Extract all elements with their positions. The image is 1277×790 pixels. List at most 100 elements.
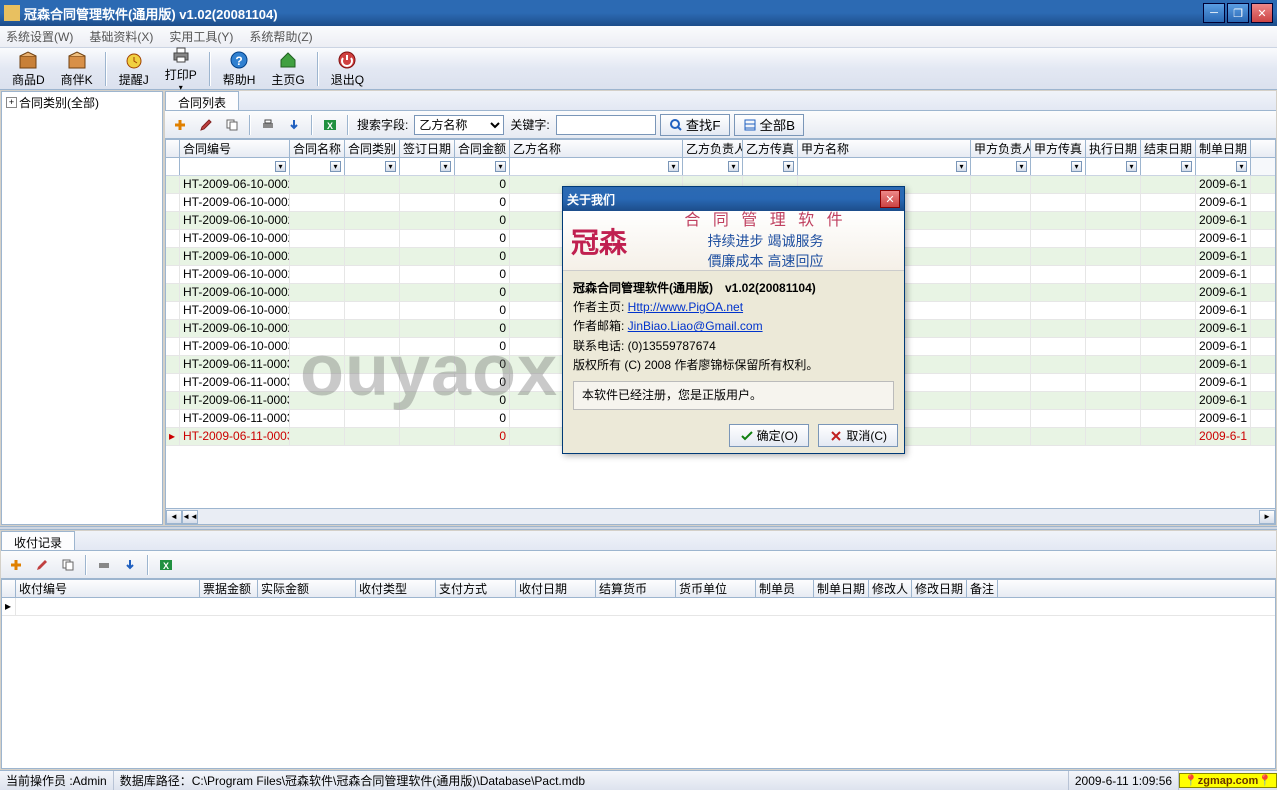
scroll-right[interactable]: ► [1259, 510, 1275, 524]
chevron-down-icon[interactable]: ▾ [783, 161, 794, 172]
chevron-down-icon[interactable]: ▾ [956, 161, 967, 172]
col-header[interactable]: 收付类型 [356, 580, 436, 597]
d-down-button[interactable] [119, 554, 141, 576]
col-filter[interactable]: ▾ [180, 158, 290, 175]
col-header[interactable]: 乙方负责人 [683, 140, 743, 157]
chevron-down-icon[interactable]: ▾ [1181, 161, 1192, 172]
tb-home[interactable]: 主页G [263, 48, 312, 90]
window-close-button[interactable]: ✕ [1251, 3, 1273, 23]
col-header[interactable]: 修改日期 [912, 580, 967, 597]
chevron-down-icon[interactable]: ▾ [385, 161, 396, 172]
col-filter[interactable] [166, 158, 180, 175]
tree-root[interactable]: +合同类别(全部) [2, 92, 162, 113]
col-filter[interactable]: ▾ [290, 158, 345, 175]
minimize-button[interactable]: ─ [1203, 3, 1225, 23]
col-header[interactable]: 甲方传真 [1031, 140, 1086, 157]
homepage-link[interactable]: Http://www.PigOA.net [628, 300, 743, 314]
detail-grid[interactable]: 收付编号票据金额实际金额收付类型支付方式收付日期结算货币货币单位制单员制单日期修… [1, 579, 1276, 769]
menu-system[interactable]: 系统设置(W) [6, 28, 73, 45]
cancel-button[interactable]: 取消(C) [818, 424, 898, 447]
col-header[interactable]: 合同编号 [180, 140, 290, 157]
tb-remind[interactable]: 提醒J [111, 48, 157, 90]
chevron-down-icon[interactable]: ▾ [440, 161, 451, 172]
col-header[interactable]: 票据金额 [200, 580, 258, 597]
search-field-combo[interactable]: 乙方名称 [414, 115, 504, 135]
col-header[interactable]: 乙方传真 [743, 140, 798, 157]
col-header[interactable]: 收付编号 [16, 580, 200, 597]
chevron-down-icon[interactable]: ▾ [728, 161, 739, 172]
col-header[interactable]: 乙方名称 [510, 140, 683, 157]
col-header[interactable]: 货币单位 [676, 580, 756, 597]
col-header[interactable]: 结束日期 [1141, 140, 1196, 157]
col-filter[interactable]: ▾ [971, 158, 1031, 175]
find-button[interactable]: 查找F [660, 114, 730, 136]
col-header[interactable] [2, 580, 16, 597]
col-header[interactable]: 签订日期 [400, 140, 455, 157]
add-button[interactable] [169, 114, 191, 136]
splitter[interactable] [0, 526, 1277, 530]
d-add-button[interactable] [5, 554, 27, 576]
d-edit-button[interactable] [31, 554, 53, 576]
col-filter[interactable]: ▾ [1086, 158, 1141, 175]
col-filter[interactable]: ▾ [683, 158, 743, 175]
category-tree[interactable]: +合同类别(全部) [1, 91, 163, 525]
h-scrollbar[interactable]: ◄ ◄◄ ► [166, 508, 1275, 524]
print-button[interactable] [257, 114, 279, 136]
search-key-input[interactable] [556, 115, 656, 135]
col-filter[interactable]: ▾ [1141, 158, 1196, 175]
col-filter[interactable]: ▾ [345, 158, 400, 175]
col-filter[interactable]: ▾ [400, 158, 455, 175]
tab-contract-list[interactable]: 合同列表 [165, 91, 239, 110]
col-header[interactable]: 制单日期 [1196, 140, 1251, 157]
maximize-button[interactable]: ❐ [1227, 3, 1249, 23]
col-header[interactable]: 甲方负责人 [971, 140, 1031, 157]
chevron-down-icon[interactable]: ▾ [1236, 161, 1247, 172]
col-header[interactable] [166, 140, 180, 157]
scroll-left2[interactable]: ◄◄ [182, 510, 198, 524]
col-filter[interactable]: ▾ [743, 158, 798, 175]
edit-button[interactable] [195, 114, 217, 136]
tb-exit[interactable]: 退出Q [323, 48, 372, 90]
col-header[interactable]: 甲方名称 [798, 140, 971, 157]
tb-help[interactable]: ?帮助H [215, 48, 264, 90]
tb-partner[interactable]: 商伴K [53, 48, 101, 90]
chevron-down-icon[interactable]: ▾ [330, 161, 341, 172]
dialog-titlebar[interactable]: 关于我们 ✕ [563, 187, 904, 211]
col-header[interactable]: 收付日期 [516, 580, 596, 597]
col-header[interactable]: 执行日期 [1086, 140, 1141, 157]
copy-button[interactable] [221, 114, 243, 136]
col-filter[interactable]: ▾ [1196, 158, 1251, 175]
col-filter[interactable]: ▾ [455, 158, 510, 175]
table-row[interactable]: ▸ [2, 598, 1275, 616]
chevron-down-icon[interactable]: ▾ [1071, 161, 1082, 172]
d-print-button[interactable] [93, 554, 115, 576]
dialog-close-button[interactable]: ✕ [880, 190, 900, 208]
email-link[interactable]: JinBiao.Liao@Gmail.com [628, 319, 763, 333]
chevron-down-icon[interactable]: ▾ [275, 161, 286, 172]
col-filter[interactable]: ▾ [1031, 158, 1086, 175]
col-filter[interactable]: ▾ [798, 158, 971, 175]
all-button[interactable]: 全部B [734, 114, 805, 136]
chevron-down-icon[interactable]: ▾ [495, 161, 506, 172]
chevron-down-icon[interactable]: ▾ [1126, 161, 1137, 172]
col-header[interactable]: 合同名称 [290, 140, 345, 157]
col-header[interactable]: 备注 [967, 580, 998, 597]
col-filter[interactable]: ▾ [510, 158, 683, 175]
down-button[interactable] [283, 114, 305, 136]
col-header[interactable]: 制单员 [756, 580, 814, 597]
tab-payment[interactable]: 收付记录 [1, 531, 75, 550]
tb-product[interactable]: 商品D [4, 48, 53, 90]
col-header[interactable]: 实际金额 [258, 580, 356, 597]
menu-help[interactable]: 系统帮助(Z) [249, 28, 312, 45]
chevron-down-icon[interactable]: ▾ [1016, 161, 1027, 172]
ok-button[interactable]: 确定(O) [729, 424, 809, 447]
d-excel-button[interactable]: X [155, 554, 177, 576]
col-header[interactable]: 修改人 [869, 580, 912, 597]
d-copy-button[interactable] [57, 554, 79, 576]
expand-icon[interactable]: + [6, 97, 17, 108]
chevron-down-icon[interactable]: ▾ [668, 161, 679, 172]
scroll-left[interactable]: ◄ [166, 510, 182, 524]
excel-button[interactable]: X [319, 114, 341, 136]
col-header[interactable]: 支付方式 [436, 580, 516, 597]
menu-basedata[interactable]: 基础资料(X) [89, 28, 153, 45]
